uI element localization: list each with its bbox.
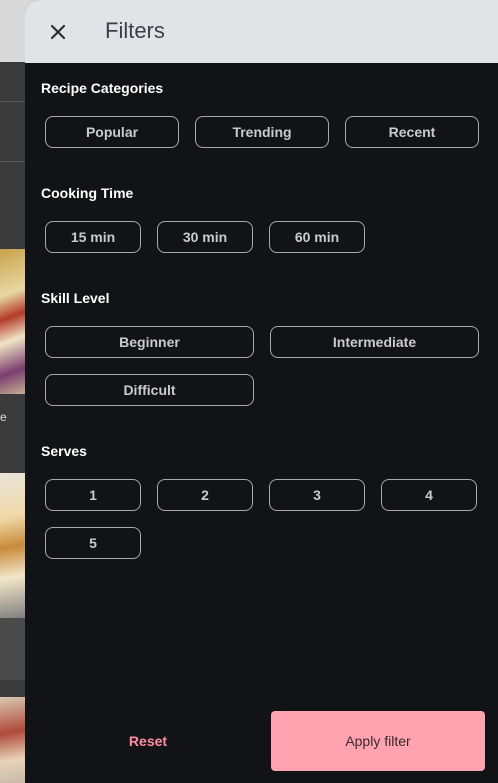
close-button[interactable] [46, 20, 70, 44]
close-icon [50, 24, 66, 40]
chip-time-30[interactable]: 30 min [157, 221, 253, 253]
filters-drawer: Filters Recipe Categories Popular Trendi… [25, 0, 498, 783]
chip-category-popular[interactable]: Popular [45, 116, 179, 148]
chip-serves-4[interactable]: 4 [381, 479, 477, 511]
reset-button[interactable]: Reset [45, 711, 251, 771]
drawer-header: Filters [25, 0, 498, 63]
chip-skill-beginner[interactable]: Beginner [45, 326, 254, 358]
chip-serves-3[interactable]: 3 [269, 479, 365, 511]
chip-time-60[interactable]: 60 min [269, 221, 365, 253]
chip-serves-1[interactable]: 1 [45, 479, 141, 511]
apply-filter-button[interactable]: Apply filter [271, 711, 485, 771]
section-title-serves: Serves [41, 443, 87, 459]
chip-serves-5[interactable]: 5 [45, 527, 141, 559]
drawer-title: Filters [105, 18, 165, 43]
chip-time-15[interactable]: 15 min [45, 221, 141, 253]
chip-category-recent[interactable]: Recent [345, 116, 479, 148]
chip-serves-2[interactable]: 2 [157, 479, 253, 511]
section-title-recipe-categories: Recipe Categories [41, 80, 164, 96]
section-title-skill-level: Skill Level [41, 290, 110, 306]
chip-skill-intermediate[interactable]: Intermediate [270, 326, 479, 358]
chip-category-trending[interactable]: Trending [195, 116, 329, 148]
section-title-cooking-time: Cooking Time [41, 185, 134, 201]
chip-skill-difficult[interactable]: Difficult [45, 374, 254, 406]
